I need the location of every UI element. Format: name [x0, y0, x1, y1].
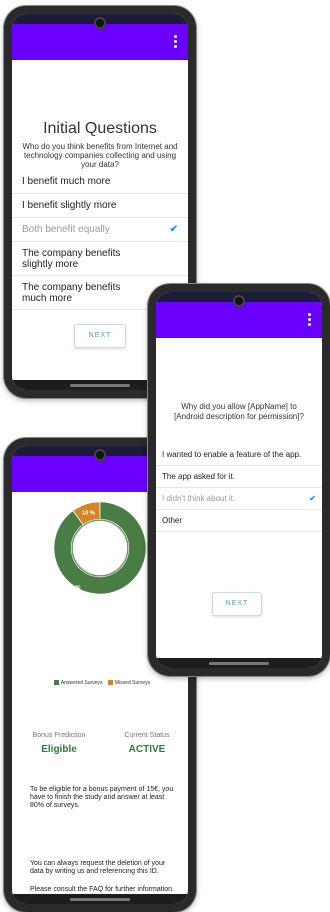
- answer-list: I wanted to enable a feature of the app.…: [156, 444, 322, 532]
- home-indicator[interactable]: [209, 662, 269, 665]
- status-value: ACTIVE: [128, 744, 166, 755]
- next-button[interactable]: NEXT: [212, 592, 262, 616]
- answer-option-selected[interactable]: I didn't think about it. ✔: [156, 488, 322, 510]
- answer-option[interactable]: I benefit slightly more: [12, 194, 188, 218]
- home-indicator[interactable]: [70, 384, 130, 387]
- checkmark-icon: ✔: [169, 224, 178, 235]
- survey-donut-chart: 10 % 90 %: [53, 501, 147, 595]
- next-button[interactable]: NEXT: [74, 324, 126, 348]
- kebab-menu-icon[interactable]: [308, 313, 312, 326]
- option-label: I benefit slightly more: [22, 200, 117, 211]
- app-bar: [12, 24, 188, 60]
- option-label: I benefit much more: [22, 176, 111, 187]
- bonus-label: Bonus Prediction: [32, 732, 86, 739]
- deletion-info: You can always request the deletion of y…: [30, 860, 166, 875]
- donut-inner-ring: [71, 519, 129, 577]
- question-text: Who do you think benefits from Internet …: [22, 142, 178, 169]
- kebab-menu-icon[interactable]: [174, 35, 178, 48]
- option-label: Both benefit equally: [22, 224, 110, 235]
- page-title: Initial Questions: [43, 120, 157, 137]
- option-label: Other: [162, 516, 183, 525]
- option-label: The company benefits slightly more: [22, 247, 121, 270]
- nav-bar: [12, 894, 188, 904]
- camera-icon: [94, 17, 106, 29]
- legend-missed: Missed Surveys: [114, 680, 151, 686]
- answer-option[interactable]: I wanted to enable a feature of the app.: [156, 444, 322, 466]
- option-label: I didn't think about it.: [162, 494, 236, 503]
- option-label: The app asked for it.: [162, 472, 235, 481]
- donut-slice-answered: [53, 501, 147, 595]
- answer-option[interactable]: I benefit much more: [12, 170, 188, 194]
- question-text: Why did you allow [AppName] to [Android …: [174, 402, 304, 421]
- bonus-info: To be eligible for a bonus payment of 15…: [30, 786, 174, 809]
- answer-option[interactable]: The app asked for it.: [156, 466, 322, 488]
- legend-swatch-missed: [107, 680, 113, 686]
- nav-bar: [156, 658, 322, 668]
- faq-info: Please consult the FAQ for further infor…: [30, 886, 174, 893]
- answer-option[interactable]: Other: [156, 510, 322, 532]
- status-label: Current Status: [124, 732, 170, 739]
- content: Why did you allow [AppName] to [Android …: [156, 338, 322, 658]
- option-label: I wanted to enable a feature of the app.: [162, 450, 302, 459]
- legend-answered: Answered Surveys: [60, 680, 103, 686]
- checkmark-icon: ✔: [309, 494, 316, 503]
- home-indicator[interactable]: [70, 898, 130, 901]
- answer-option-selected[interactable]: Both benefit equally ✔: [12, 218, 188, 242]
- option-label: The company benefits much more: [22, 281, 121, 304]
- phone-permission-question: Why did you allow [AppName] to [Android …: [148, 284, 330, 676]
- legend-swatch-answered: [53, 680, 59, 686]
- answer-option[interactable]: The company benefits slightly more: [12, 242, 188, 276]
- donut-label-answered: 90 %: [67, 585, 80, 591]
- donut-label-missed: 10 %: [82, 510, 95, 516]
- bonus-value: Eligible: [41, 744, 77, 755]
- chart-legend: Answered Surveys Missed Surveys: [12, 680, 188, 686]
- camera-icon: [233, 295, 245, 307]
- camera-icon: [94, 449, 106, 461]
- screen: Why did you allow [AppName] to [Android …: [156, 292, 322, 668]
- app-bar: [156, 302, 322, 338]
